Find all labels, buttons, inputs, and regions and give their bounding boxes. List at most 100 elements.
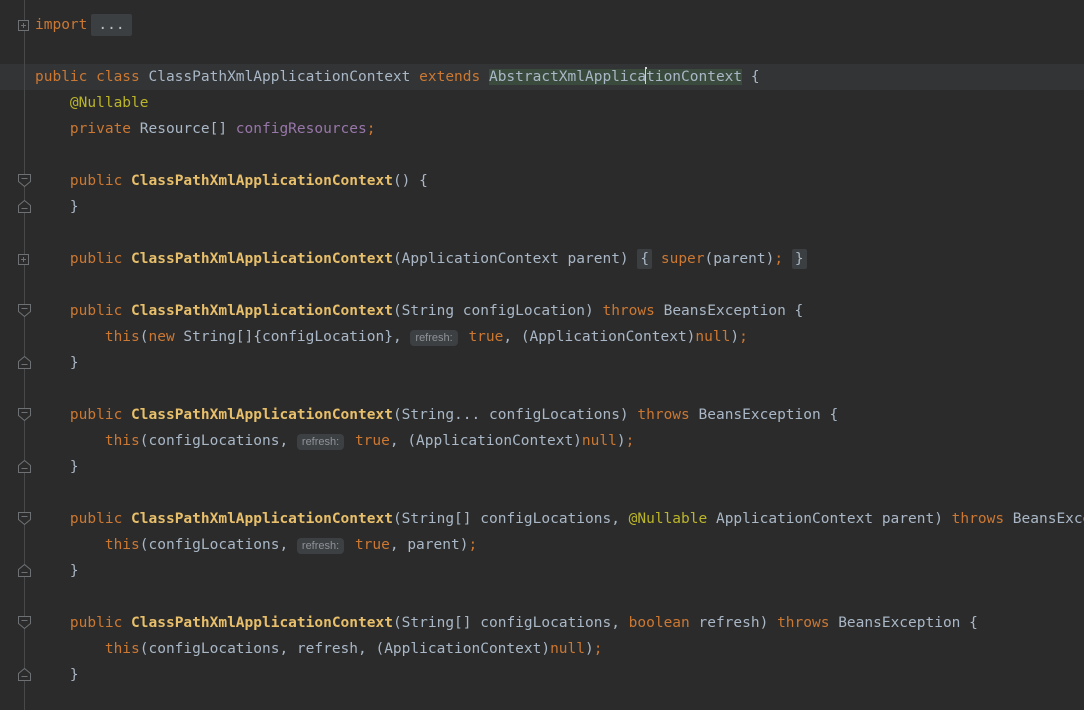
token-keyword: null	[582, 433, 617, 449]
token-text: () {	[393, 173, 428, 189]
token-text	[122, 511, 131, 527]
token-text: BeansException {	[1004, 511, 1084, 527]
token-keyword: throws	[602, 303, 654, 319]
token-text: BeansException {	[690, 407, 838, 423]
token-keyword: this	[105, 329, 140, 345]
token-semicolon: ;	[594, 641, 603, 657]
token-declaration-name: ClassPathXmlApplicationContext	[131, 615, 393, 631]
code-line[interactable]: public ClassPathXmlApplicationContext(Ap…	[0, 246, 1084, 272]
code-line[interactable]: }	[0, 350, 1084, 376]
token-semicolon: ;	[774, 251, 783, 267]
parameter-name-hint[interactable]: refresh:	[297, 434, 344, 450]
token-keyword: public	[70, 407, 122, 423]
token-keyword: public	[70, 615, 122, 631]
fold-region-brace[interactable]: {	[637, 249, 652, 269]
token-semicolon: ;	[626, 433, 635, 449]
parameter-name-hint[interactable]: refresh:	[410, 330, 457, 346]
token-keyword: this	[105, 537, 140, 553]
fold-region-brace[interactable]: }	[792, 249, 807, 269]
token-keyword: this	[105, 641, 140, 657]
code-line[interactable]: }	[0, 558, 1084, 584]
code-line[interactable]: private Resource[] configResources;	[0, 116, 1084, 142]
code-line[interactable]	[0, 272, 1084, 298]
token-text: (parent)	[705, 251, 775, 267]
token-text	[35, 121, 70, 137]
token-text	[346, 537, 355, 553]
code-line[interactable]	[0, 142, 1084, 168]
token-text	[35, 251, 70, 267]
token-text	[122, 303, 131, 319]
token-text: }	[35, 459, 79, 475]
token-text: )	[585, 641, 594, 657]
token-semicolon: ;	[367, 121, 376, 137]
code-line[interactable]: this(configLocations, refresh, (Applicat…	[0, 636, 1084, 662]
token-text: }	[35, 667, 79, 683]
token-declaration-name: ClassPathXmlApplicationContext	[131, 303, 393, 319]
code-line[interactable]: @Nullable	[0, 90, 1084, 116]
code-line[interactable]: public ClassPathXmlApplicationContext(St…	[0, 402, 1084, 428]
token-text: refresh)	[690, 615, 777, 631]
token-text	[346, 433, 355, 449]
token-text: BeansException {	[655, 303, 803, 319]
token-text	[35, 407, 70, 423]
token-text	[783, 251, 792, 267]
token-identifier-under-caret: AbstractXmlApplica	[489, 69, 646, 85]
token-semicolon: ;	[468, 537, 477, 553]
code-line[interactable]: public class ClassPathXmlApplicationCont…	[0, 64, 1084, 90]
token-keyword: new	[149, 329, 175, 345]
token-text: ApplicationContext parent)	[707, 511, 951, 527]
token-keyword: this	[105, 433, 140, 449]
code-line[interactable]: public ClassPathXmlApplicationContext(St…	[0, 506, 1084, 532]
code-line[interactable]	[0, 376, 1084, 402]
code-line[interactable]: public ClassPathXmlApplicationContext(St…	[0, 298, 1084, 324]
code-line[interactable]: public ClassPathXmlApplicationContext() …	[0, 168, 1084, 194]
token-keyword: true	[355, 433, 390, 449]
token-text: , (ApplicationContext)	[390, 433, 582, 449]
code-line[interactable]	[0, 220, 1084, 246]
code-line[interactable]: }	[0, 454, 1084, 480]
code-line[interactable]: }	[0, 662, 1084, 688]
token-annotation: @Nullable	[70, 95, 149, 111]
token-text	[122, 173, 131, 189]
token-text: (configLocations,	[140, 537, 297, 553]
token-declaration-name: ClassPathXmlApplicationContext	[131, 511, 393, 527]
fold-placeholder-imports[interactable]: ...	[91, 14, 131, 36]
token-text	[35, 433, 105, 449]
token-text	[35, 641, 105, 657]
token-text: BeansException {	[829, 615, 977, 631]
code-line[interactable]: this(new String[]{configLocation}, refre…	[0, 324, 1084, 350]
token-keyword: true	[468, 329, 503, 345]
token-keyword: private	[70, 121, 131, 137]
code-line[interactable]	[0, 688, 1084, 710]
code-line[interactable]	[0, 480, 1084, 506]
code-line[interactable]: import...	[0, 12, 1084, 38]
code-line[interactable]: this(configLocations, refresh: true, par…	[0, 532, 1084, 558]
code-line[interactable]: }	[0, 194, 1084, 220]
code-line[interactable]	[0, 38, 1084, 64]
token-text	[35, 95, 70, 111]
token-text	[35, 615, 70, 631]
token-keyword: super	[661, 251, 705, 267]
token-keyword: throws	[637, 407, 689, 423]
code-line[interactable]	[0, 584, 1084, 610]
token-text	[35, 173, 70, 189]
token-text: , parent)	[390, 537, 469, 553]
token-keyword: throws	[952, 511, 1004, 527]
token-keyword: boolean	[629, 615, 690, 631]
token-text: }	[35, 199, 79, 215]
parameter-name-hint[interactable]: refresh:	[297, 538, 344, 554]
token-text: (String configLocation)	[393, 303, 603, 319]
token-keyword: import	[35, 17, 87, 33]
code-area[interactable]: import... public class ClassPathXmlApplic…	[0, 12, 1084, 710]
token-text	[35, 511, 70, 527]
token-text	[35, 329, 105, 345]
token-text: (configLocations, refresh, (ApplicationC…	[140, 641, 550, 657]
token-text: )	[617, 433, 626, 449]
token-text: )	[730, 329, 739, 345]
token-declaration-name: ClassPathXmlApplicationContext	[131, 173, 393, 189]
token-text	[35, 303, 70, 319]
token-text: }	[35, 355, 79, 371]
code-line[interactable]: this(configLocations, refresh: true, (Ap…	[0, 428, 1084, 454]
code-line[interactable]: public ClassPathXmlApplicationContext(St…	[0, 610, 1084, 636]
token-keyword: public class	[35, 69, 140, 85]
